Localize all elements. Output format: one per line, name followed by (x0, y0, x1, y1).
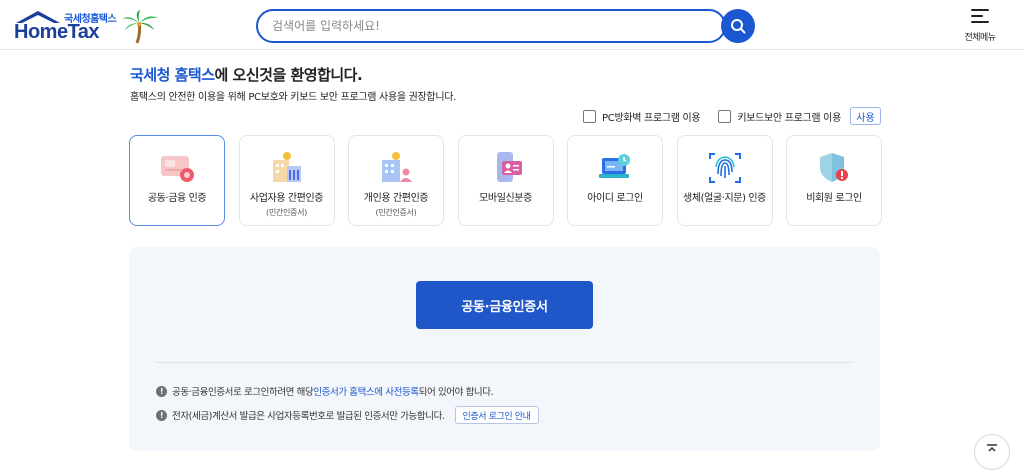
palm-tree-icon (122, 10, 158, 44)
notice-tax-invoice: ! 전자(세금)계산서 발급은 사업자등록번호로 발급된 인증서만 가능합니다.… (156, 406, 539, 424)
security-options: PC방화벽 프로그램 이용 키보드보안 프로그램 이용 사용 (565, 106, 881, 126)
certificate-login-button[interactable]: 공동·금융인증서 (416, 281, 593, 329)
hamburger-icon (971, 8, 989, 24)
login-method-label: 사업자용 간편인증 (249, 193, 324, 204)
login-method-mobile-id[interactable]: 모바일신분증 (457, 135, 554, 226)
search-button[interactable] (721, 9, 755, 43)
info-icon: ! (156, 385, 167, 397)
certificate-login-panel: 공동·금융인증서 ! 공동·금융인증서로 로그인하려면 해당 인증서가 홈택스에… (129, 247, 880, 451)
menu-label: 전체메뉴 (964, 33, 996, 43)
arrow-up-icon (987, 444, 997, 452)
welcome-title-highlight: 국세청 홈택스 (130, 66, 215, 84)
login-method-label: 개인용 간편인증 (363, 193, 429, 204)
laptop-login-icon (599, 154, 630, 178)
certificate-guide-button[interactable]: 인증서 로그인 안내 (454, 406, 539, 424)
login-method-sublabel: (민간인증서) (266, 208, 307, 217)
welcome-description: 홈택스의 안전한 이용을 위해 PC보호와 키보드 보안 프로그램 사용을 권장… (130, 92, 457, 103)
login-method-sublabel: (민간인증서) (375, 208, 417, 217)
welcome-title-rest: 에 오신것을 환영합니다. (214, 66, 363, 84)
login-method-label: 비회원 로그인 (806, 193, 862, 204)
header: 국세청홈택스 HomeTax 전체메뉴 (0, 0, 1024, 50)
welcome-title: 국세청 홈택스에 오신것을 환영합니다. (130, 64, 363, 85)
login-method-personal-simple[interactable]: 개인용 간편인증 (민간인증서) (348, 135, 444, 226)
login-method-label: 아이디 로그인 (587, 193, 643, 204)
login-method-certificate[interactable]: 공동·금융 인증 (129, 135, 225, 226)
firewall-option[interactable]: PC방화벽 프로그램 이용 (583, 109, 701, 124)
login-method-id[interactable]: 아이디 로그인 (567, 135, 663, 226)
notice-text: 되어 있어야 합니다. (418, 387, 494, 398)
firewall-checkbox[interactable] (583, 109, 597, 123)
login-method-biometric[interactable]: 생체(얼굴·지문) 인증 (676, 135, 773, 226)
firewall-label: PC방화벽 프로그램 이용 (602, 112, 701, 124)
personal-building-icon (382, 152, 412, 182)
fingerprint-icon (708, 153, 741, 183)
search-input[interactable] (258, 11, 724, 41)
hometax-logo[interactable]: 국세청홈택스 HomeTax (14, 8, 158, 44)
keyboard-security-option[interactable]: 키보드보안 프로그램 이용 (718, 109, 841, 124)
business-building-icon (272, 152, 301, 182)
notice-text: 공동·금융인증서로 로그인하려면 해당 (172, 387, 314, 398)
search-box (256, 9, 726, 43)
info-icon: ! (156, 409, 167, 421)
login-method-list: 공동·금융 인증 사업자용 간편인증 (민간인증서) 개인용 간편인증 (민간인… (129, 135, 882, 226)
login-method-guest[interactable]: 비회원 로그인 (786, 135, 882, 226)
search-icon (731, 19, 746, 34)
login-method-business-simple[interactable]: 사업자용 간편인증 (민간인증서) (238, 135, 335, 226)
login-method-label: 모바일신분증 (479, 193, 532, 204)
notice-preregistration: ! 공동·금융인증서로 로그인하려면 해당 인증서가 홈택스에 사전등록 되어 있… (156, 384, 494, 398)
scroll-top-button[interactable] (974, 434, 1010, 470)
use-button[interactable]: 사용 (850, 107, 881, 125)
panel-divider (155, 362, 854, 363)
keyboard-security-checkbox[interactable] (718, 109, 732, 123)
full-menu-button[interactable]: 전체메뉴 (958, 8, 1002, 44)
login-method-label: 공동·금융 인증 (147, 193, 207, 204)
keyboard-security-label: 키보드보안 프로그램 이용 (737, 112, 841, 124)
preregistration-link[interactable]: 인증서가 홈택스에 사전등록 (313, 384, 419, 398)
mobile-id-icon (496, 152, 522, 182)
login-method-label: 생체(얼굴·지문) 인증 (683, 193, 766, 204)
certificate-card-icon (161, 156, 194, 182)
logo-title: HomeTax (14, 21, 100, 43)
notice-text: 전자(세금)계산서 발급은 사업자등록번호로 발급된 인증서만 가능합니다. (172, 411, 445, 422)
shield-icon (820, 153, 848, 182)
